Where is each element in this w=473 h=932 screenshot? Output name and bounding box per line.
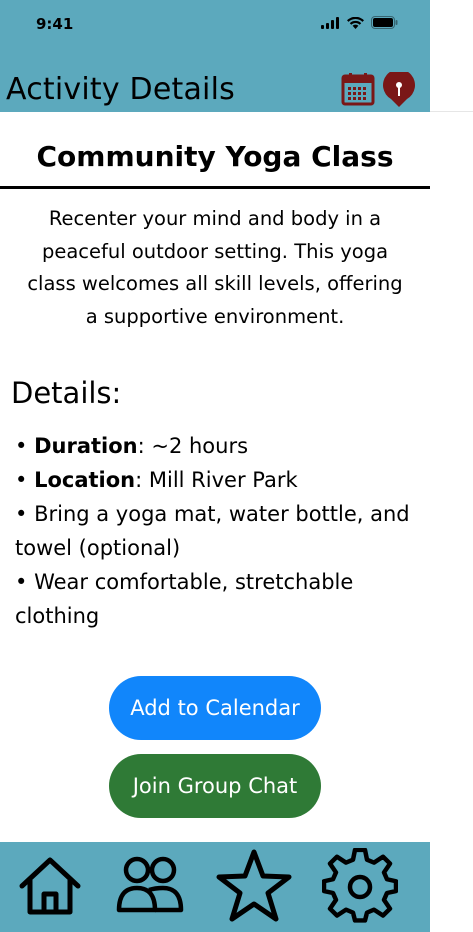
page-title: Activity Details <box>6 72 235 107</box>
location-label: Location <box>34 468 136 492</box>
add-to-calendar-button[interactable]: Add to Calendar <box>109 676 321 740</box>
calendar-button[interactable] <box>341 72 375 106</box>
calendar-icon <box>341 73 375 106</box>
bring-text: Bring a yoga mat, water bottle, and towe… <box>15 502 410 560</box>
detail-wear: • Wear comfortable, stretchable clothing <box>15 565 415 633</box>
duration-value: : ~2 hours <box>137 434 249 458</box>
star-icon <box>216 849 292 922</box>
wear-text: Wear comfortable, stretchable clothing <box>15 570 354 628</box>
detail-duration: • Duration: ~2 hours <box>15 429 415 463</box>
tab-home[interactable] <box>12 848 88 924</box>
bullet: • <box>15 468 28 492</box>
details-heading: Details: <box>11 376 122 410</box>
map-pin-icon <box>383 69 415 107</box>
wifi-icon <box>347 16 364 29</box>
activity-description: Recenter your mind and body in a peacefu… <box>27 207 403 328</box>
tab-groups[interactable] <box>111 848 187 924</box>
join-group-chat-button[interactable]: Join Group Chat <box>109 754 321 818</box>
tab-favorites[interactable] <box>214 848 292 924</box>
bullet: • <box>15 570 28 594</box>
group-icon <box>116 856 184 913</box>
location-value: : Mill River Park <box>135 468 298 492</box>
settings-icon <box>321 847 399 923</box>
bullet: • <box>15 502 28 526</box>
map-pin-button[interactable] <box>382 69 416 107</box>
phone-screen: 9:41 Activity Details Community Yoga Cla… <box>0 0 473 932</box>
title-divider <box>0 186 430 189</box>
detail-location: • Location: Mill River Park <box>15 463 415 497</box>
battery-icon <box>371 16 398 29</box>
duration-label: Duration <box>34 434 138 458</box>
bottom-tab-bar <box>0 842 430 932</box>
activity-title: Community Yoga Class <box>36 140 394 173</box>
status-time: 9:41 <box>36 15 74 33</box>
signal-icon <box>321 16 339 29</box>
app-header: 9:41 Activity Details <box>0 0 430 112</box>
bullet: • <box>15 434 28 458</box>
tab-settings[interactable] <box>321 847 399 924</box>
header-edge-divider <box>430 111 473 112</box>
detail-bring: • Bring a yoga mat, water bottle, and to… <box>15 497 415 565</box>
home-icon <box>19 857 81 915</box>
status-icons <box>321 16 398 29</box>
details-list: • Duration: ~2 hours • Location: Mill Ri… <box>15 429 415 633</box>
